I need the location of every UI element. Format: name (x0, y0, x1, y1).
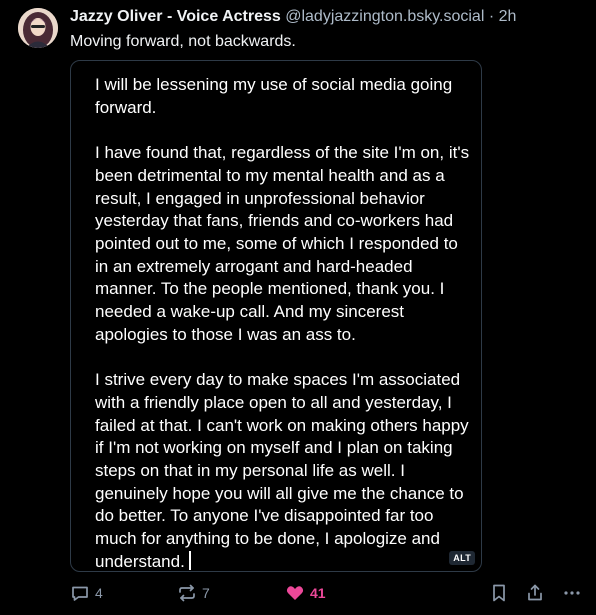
share-button[interactable] (525, 583, 545, 603)
post-time[interactable]: 2h (499, 8, 517, 25)
repost-icon (177, 583, 197, 603)
image-paragraph-text: I strive every day to make spaces I'm as… (95, 370, 469, 571)
like-button[interactable]: 41 (285, 583, 326, 603)
author-handle[interactable]: @ladyjazzington.bsky.social (285, 8, 484, 25)
bookmark-button[interactable] (490, 583, 508, 603)
separator-dot: · (484, 8, 499, 25)
alt-badge[interactable]: ALT (449, 551, 475, 565)
reply-count: 4 (95, 585, 103, 601)
author-name[interactable]: Jazzy Oliver - Voice Actress (70, 8, 281, 25)
heart-icon (285, 583, 305, 603)
reply-button[interactable]: 4 (70, 583, 103, 603)
more-icon (562, 583, 582, 603)
post-actions: 4 7 41 (0, 583, 596, 607)
like-count: 41 (310, 585, 326, 601)
reply-icon (70, 583, 90, 603)
repost-count: 7 (202, 585, 210, 601)
image-paragraph: I have found that, regardless of the sit… (95, 143, 470, 344)
post-image[interactable]: I will be lessening my use of social med… (70, 60, 482, 572)
bookmark-icon (490, 583, 508, 603)
image-paragraph: I strive every day to make spaces I'm as… (95, 369, 475, 571)
post-text: Moving forward, not backwards. (70, 33, 296, 50)
more-options-button[interactable] (562, 583, 582, 603)
image-text: I will be lessening my use of social med… (95, 74, 475, 571)
avatar[interactable] (18, 8, 58, 48)
image-paragraph: I will be lessening my use of social med… (95, 75, 453, 117)
post-header: Jazzy Oliver - Voice Actress @ladyjazzin… (70, 7, 516, 27)
repost-button[interactable]: 7 (177, 583, 210, 603)
share-icon (525, 583, 545, 603)
text-cursor (188, 550, 191, 570)
